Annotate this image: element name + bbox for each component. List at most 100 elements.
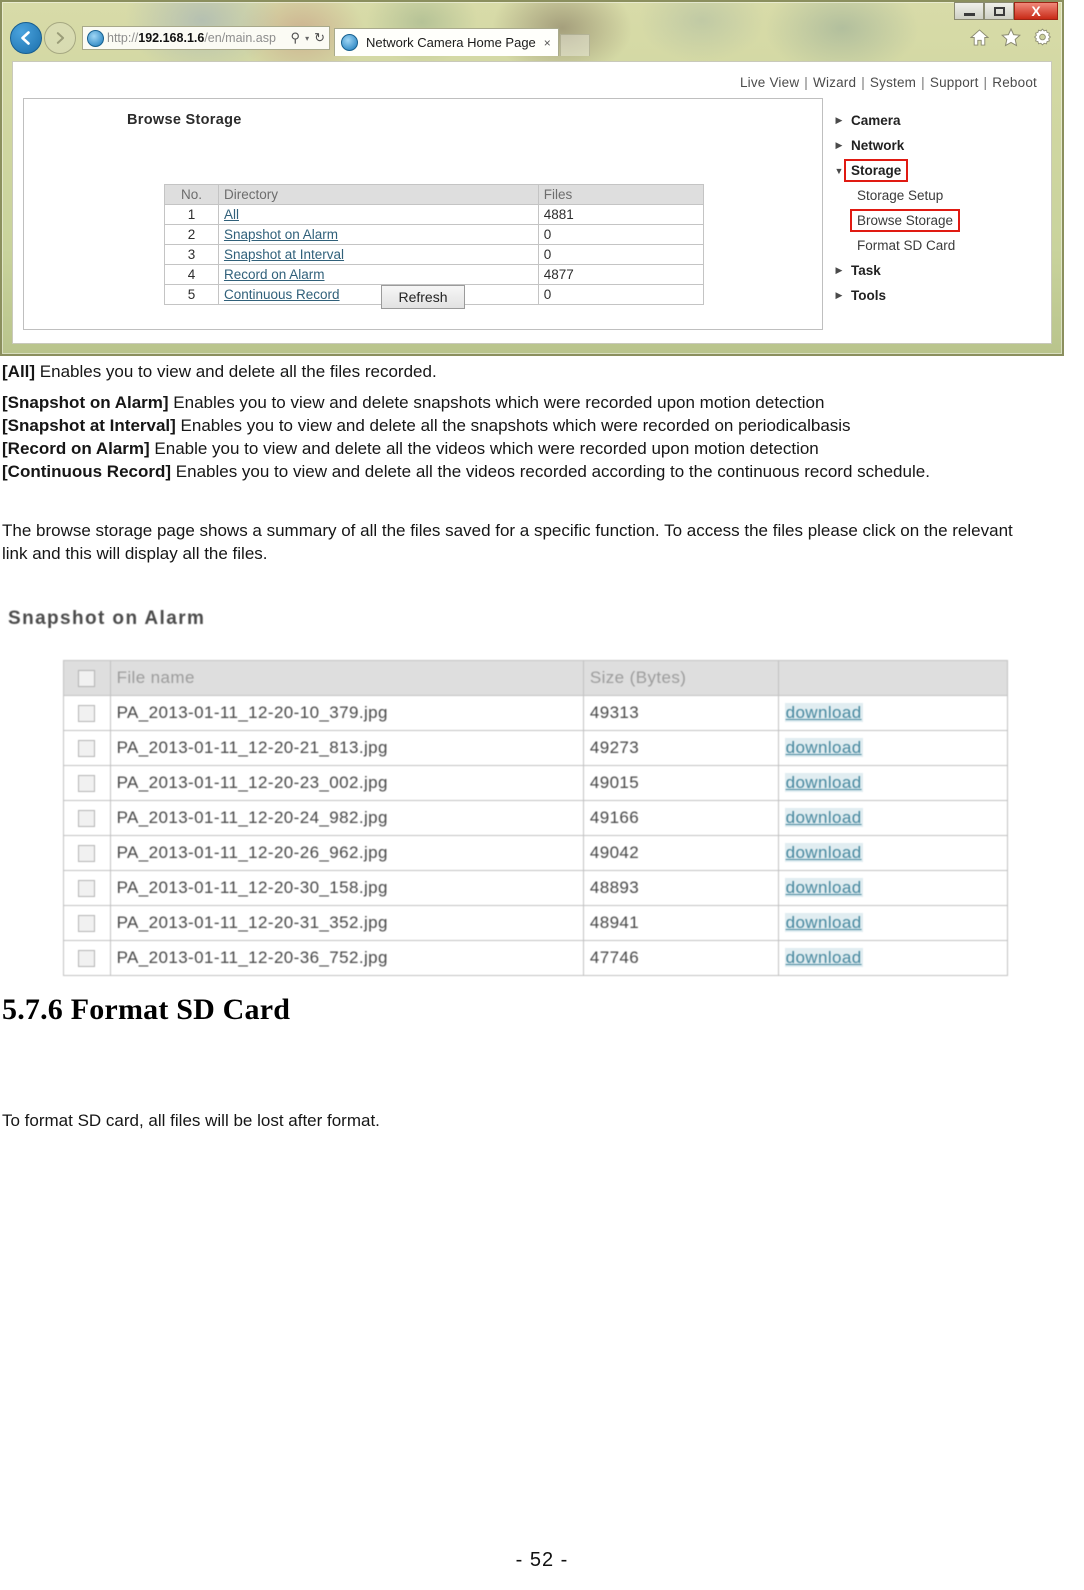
reload-icon[interactable]: ↻ <box>314 30 325 46</box>
row-checkbox-cell <box>63 870 111 906</box>
row-checkbox[interactable] <box>78 950 96 968</box>
definition-line: [Continuous Record] Enables you to view … <box>2 460 1032 483</box>
chevron-down-icon[interactable]: ▾ <box>305 34 309 43</box>
row-checkbox[interactable] <box>78 775 96 793</box>
directory-link-all[interactable]: All <box>224 207 239 222</box>
row-checkbox[interactable] <box>78 915 96 933</box>
snapshot-panel-title: Snapshot on Alarm <box>8 608 206 629</box>
file-size: 49015 <box>582 765 779 801</box>
menu-label-storage-setup: Storage Setup <box>857 188 944 203</box>
download-link[interactable]: download <box>784 703 863 722</box>
search-icon[interactable]: ⚲ <box>291 30 301 46</box>
row-checkbox[interactable] <box>78 880 96 898</box>
download-link[interactable]: download <box>784 738 863 757</box>
tab-close-icon[interactable]: × <box>544 36 551 50</box>
table-row: 2 Snapshot on Alarm 0 <box>164 224 705 245</box>
table-header-row: No. Directory Files <box>164 184 705 205</box>
tab-strip: Network Camera Home Page × <box>334 20 590 56</box>
address-bar[interactable]: http://192.168.1.6/en/main.asp ⚲ ▾ ↻ <box>82 26 330 50</box>
home-icon[interactable] <box>970 29 989 46</box>
download-link[interactable]: download <box>784 773 863 792</box>
row-checkbox[interactable] <box>78 740 96 758</box>
table-row: PA_2013-01-11_12-20-10_379.jpg 49313 dow… <box>63 695 1009 731</box>
download-link[interactable]: download <box>784 948 863 967</box>
term-snapshot-at-interval-description: Enables you to view and delete all the s… <box>175 416 851 436</box>
nav-live-view[interactable]: Live View <box>740 75 799 90</box>
row-file-count: 4881 <box>537 204 705 225</box>
row-file-count: 4877 <box>537 264 705 285</box>
back-button[interactable] <box>10 22 42 54</box>
row-number: 2 <box>164 224 219 245</box>
term-snapshot-on-alarm: [Snapshot on Alarm] <box>2 393 169 412</box>
file-name: PA_2013-01-11_12-20-23_002.jpg <box>109 765 584 801</box>
nav-wizard[interactable]: Wizard <box>813 75 856 90</box>
minimize-icon <box>963 13 975 16</box>
nav-support[interactable]: Support <box>930 75 979 90</box>
table-row: PA_2013-01-11_12-20-31_352.jpg 48941 dow… <box>63 905 1009 941</box>
file-size: 49313 <box>582 695 779 731</box>
nav-system[interactable]: System <box>870 75 916 90</box>
section-heading-format-sd-card: 5.7.6 Format SD Card <box>2 993 291 1026</box>
url-host: 192.168.1.6 <box>138 31 205 45</box>
menu-item-storage[interactable]: ▼ Storage <box>831 158 1031 183</box>
close-button[interactable]: X <box>1014 2 1058 20</box>
close-icon: X <box>1031 3 1041 19</box>
download-link[interactable]: download <box>784 808 863 827</box>
row-checkbox[interactable] <box>78 810 96 828</box>
menu-item-format-sd-card[interactable]: Format SD Card <box>831 233 1031 258</box>
refresh-button[interactable]: Refresh <box>381 285 465 309</box>
row-file-count: 0 <box>537 224 705 245</box>
new-tab-button[interactable] <box>559 34 590 56</box>
directory-link-snapshot-on-alarm[interactable]: Snapshot on Alarm <box>224 227 338 242</box>
download-link[interactable]: download <box>784 843 863 862</box>
column-header-select-all <box>63 660 111 696</box>
menu-item-task[interactable]: ▶ Task <box>831 258 1031 283</box>
tools-gear-icon[interactable] <box>1033 28 1052 47</box>
download-cell: download <box>777 800 1009 836</box>
download-cell: download <box>777 835 1009 871</box>
download-link[interactable]: download <box>784 913 863 932</box>
column-header-directory: Directory <box>217 184 539 205</box>
favorites-star-icon[interactable] <box>1001 28 1021 47</box>
column-header-file-name: File name <box>109 660 584 696</box>
menu-item-browse-storage[interactable]: Browse Storage <box>831 208 1031 233</box>
file-size: 49042 <box>582 835 779 871</box>
menu-item-tools[interactable]: ▶ Tools <box>831 283 1031 308</box>
menu-label-task: Task <box>851 263 881 278</box>
file-name: PA_2013-01-11_12-20-31_352.jpg <box>109 905 584 941</box>
minimize-button[interactable] <box>954 2 984 20</box>
menu-item-storage-setup[interactable]: Storage Setup <box>831 183 1031 208</box>
chevron-right-icon: ▶ <box>835 290 843 300</box>
tab-favicon-icon <box>341 34 358 51</box>
file-name: PA_2013-01-11_12-20-30_158.jpg <box>109 870 584 906</box>
browser-navigation-row: http://192.168.1.6/en/main.asp ⚲ ▾ ↻ Net… <box>10 20 590 56</box>
nav-reboot[interactable]: Reboot <box>992 75 1037 90</box>
term-snapshot-on-alarm-description: Enables you to view and delete snapshots… <box>168 393 825 412</box>
nav-separator-3: | <box>921 75 925 90</box>
address-bar-actions: ⚲ ▾ ↻ <box>285 30 325 46</box>
directory-link-snapshot-at-interval[interactable]: Snapshot at Interval <box>224 247 344 262</box>
term-all: [All] <box>2 362 36 381</box>
row-checkbox-cell <box>63 835 111 871</box>
table-row: 4 Record on Alarm 4877 <box>164 264 705 285</box>
maximize-button[interactable] <box>984 2 1014 20</box>
download-link[interactable]: download <box>784 878 863 897</box>
tab-title: Network Camera Home Page <box>366 35 536 50</box>
select-all-checkbox[interactable] <box>78 670 96 688</box>
table-row: PA_2013-01-11_12-20-21_813.jpg 49273 dow… <box>63 730 1009 766</box>
table-row: 1 All 4881 <box>164 204 705 225</box>
row-checkbox[interactable] <box>78 705 96 723</box>
forward-button[interactable] <box>44 22 76 54</box>
row-checkbox[interactable] <box>78 845 96 863</box>
term-all-description: Enables you to view and delete all the f… <box>35 362 437 381</box>
table-row: PA_2013-01-11_12-20-23_002.jpg 49015 dow… <box>63 765 1009 801</box>
menu-item-network[interactable]: ▶ Network <box>831 133 1031 158</box>
file-name: PA_2013-01-11_12-20-21_813.jpg <box>109 730 584 766</box>
nav-separator-1: | <box>804 75 808 90</box>
browser-tab[interactable]: Network Camera Home Page × <box>334 28 559 56</box>
table-row: PA_2013-01-11_12-20-30_158.jpg 48893 dow… <box>63 870 1009 906</box>
directory-link-record-on-alarm[interactable]: Record on Alarm <box>224 267 325 282</box>
row-number: 3 <box>164 244 219 265</box>
menu-item-camera[interactable]: ▶ Camera <box>831 108 1031 133</box>
table-row: PA_2013-01-11_12-20-24_982.jpg 49166 dow… <box>63 800 1009 836</box>
